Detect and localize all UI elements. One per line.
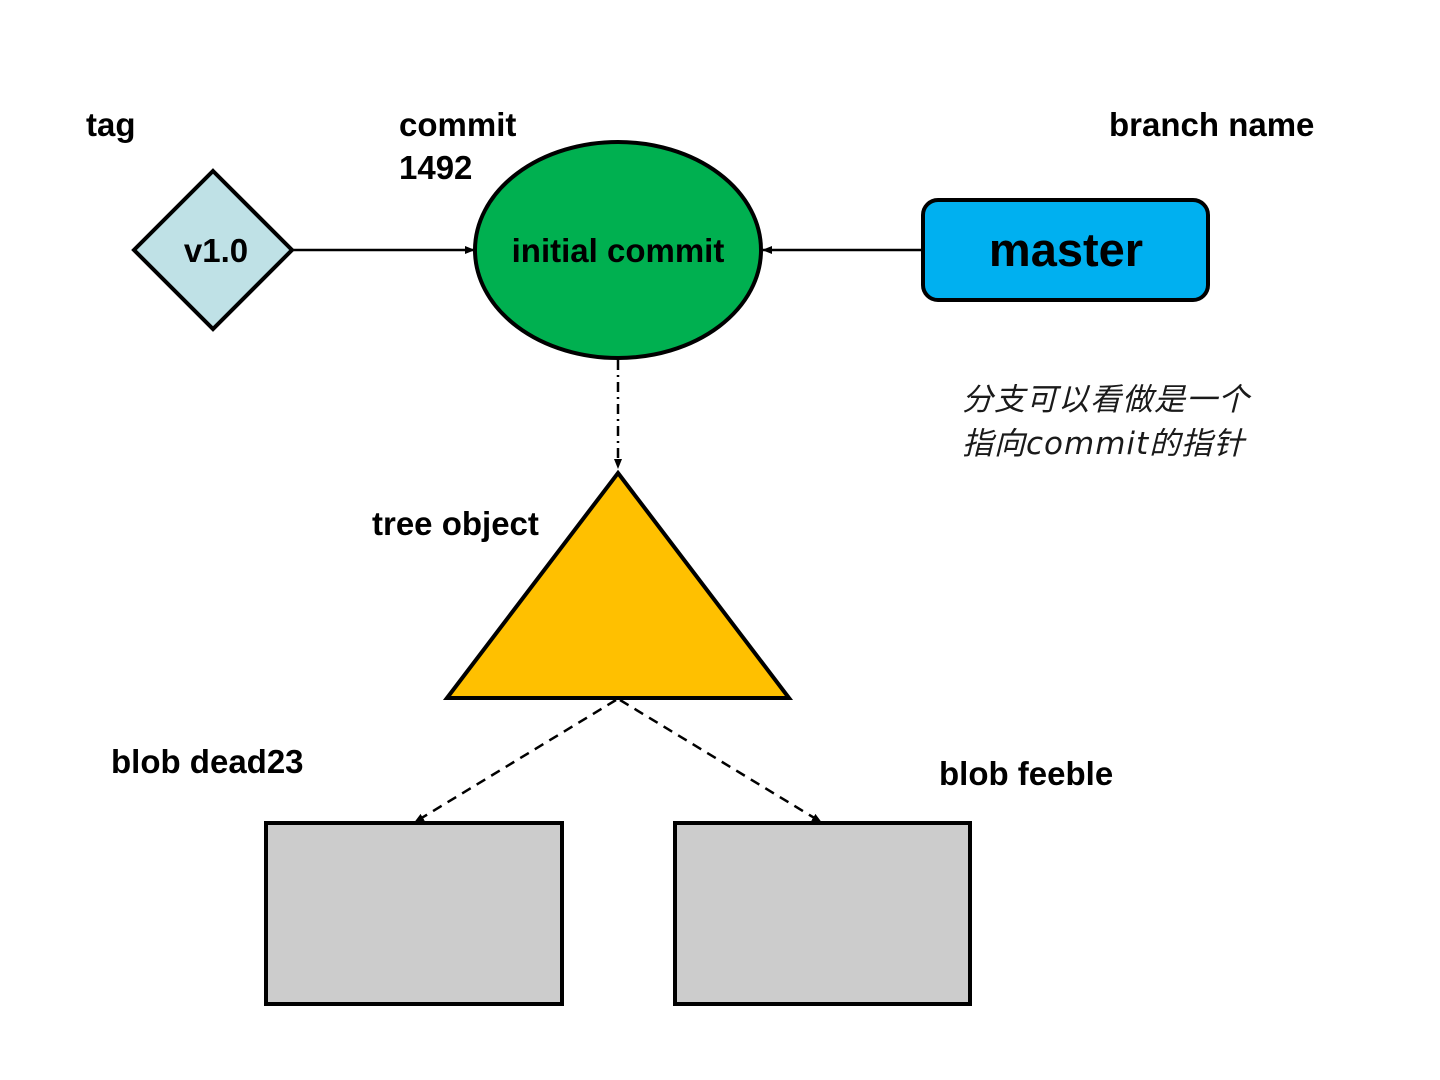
blob-left-node bbox=[264, 821, 564, 1006]
tree-object-label: tree object bbox=[372, 505, 539, 542]
branch-name-label: branch name bbox=[1109, 106, 1314, 143]
blob-right-label: blob feeble bbox=[939, 755, 1113, 792]
commit-title-label: commit bbox=[399, 106, 516, 143]
git-object-diagram: v1.0 initial commit master tag commit 14… bbox=[86, 106, 1314, 1006]
branch-pointer-note: 分支可以看做是一个 指向commit的指针 bbox=[962, 378, 1322, 466]
tag-label: tag bbox=[86, 106, 136, 143]
note-line-1: 分支可以看做是一个 bbox=[962, 382, 1250, 418]
commit-node-label: initial commit bbox=[512, 232, 725, 269]
branch-node-label: master bbox=[989, 223, 1143, 276]
blob-right-node bbox=[673, 821, 972, 1006]
tree-to-blob-right-arrow bbox=[619, 698, 822, 824]
tag-node-label: v1.0 bbox=[184, 232, 248, 269]
note-line-2: 指向commit的指针 bbox=[962, 426, 1246, 462]
tree-to-blob-left-arrow bbox=[414, 698, 617, 824]
blob-left-label: blob dead23 bbox=[111, 743, 304, 780]
commit-id-label: 1492 bbox=[399, 149, 472, 186]
